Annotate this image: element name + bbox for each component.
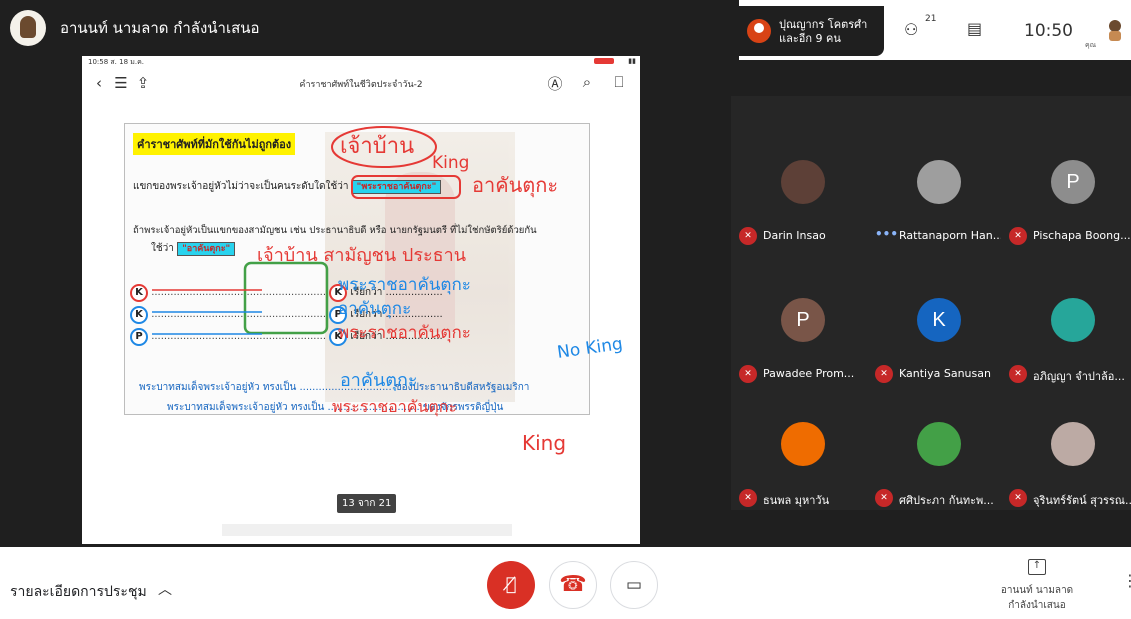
battery-icon — [594, 58, 614, 64]
meet-window: อานนท์ นามลาด กำลังนำเสนอ 10:58 ส. 18 ม.… — [0, 0, 1131, 619]
circle-k-right: K — [329, 284, 348, 302]
chevron-up-icon[interactable]: ︿ — [158, 579, 172, 599]
present-icon[interactable]: ↑ — [1028, 559, 1046, 575]
participant-name: ธนพล มุหาวัน — [763, 494, 830, 507]
meeting-details-button[interactable]: รายละเอียดการประชุม — [10, 581, 147, 603]
join-notification[interactable]: ปุณญากร โคตรศำ และอีก 9 คน — [739, 6, 884, 56]
presenting-label[interactable]: อานนท์ นามลาด กำลังนำเสนอ — [985, 583, 1089, 613]
participant-tile[interactable]: K ✕ Kantiya Sanusan — [869, 258, 1001, 388]
circle-k-left-2: K — [130, 306, 148, 324]
circle-k-right-2: K — [329, 328, 348, 346]
speaking-indicator-icon: ••• — [875, 227, 899, 241]
top-right-controls: ปุณญากร โคตรศำ และอีก 9 คน ⚇ 21 ▤ 10:50 … — [737, 0, 1131, 60]
participant-avatar: P — [781, 298, 825, 342]
page-indicator: 13 จาก 21 — [337, 494, 397, 513]
signal-icon: ▮▮ — [628, 57, 636, 65]
presenter-bar: อานนท์ นามลาด กำลังนำเสนอ — [0, 0, 735, 56]
pdf-toolbar: ‹ ☰ ⇪ คำราชาศัพท์ในชีวิตประจำวัน-2 Ⓐ ⌕ ⎕ — [82, 68, 640, 98]
mic-off-icon: ✕ — [739, 227, 757, 245]
mic-off-button[interactable]: 🎙̸ — [487, 561, 535, 609]
presenter-label: อานนท์ นามลาด กำลังนำเสนอ — [60, 19, 260, 37]
mapping-row-1: K ......................................… — [130, 284, 443, 302]
participant-name: จุรินทร์รัตน์ สุวรรณ... — [1033, 494, 1131, 507]
mic-off-icon: ✕ — [1009, 365, 1027, 383]
chat-icon[interactable]: ▤ — [967, 19, 982, 38]
slide-background-photo — [325, 132, 515, 402]
slide-bottom-line-2: พระบาทสมเด็จพระเจ้าอยู่หัว ทรงเป็น .....… — [167, 402, 504, 413]
participant-tile[interactable]: P ✕ Pawadee Prom... — [733, 258, 865, 388]
highlight-box-1: "พระราชอาคันตุกะ" — [351, 180, 442, 194]
self-avatar[interactable] — [1104, 18, 1126, 42]
participant-tile[interactable]: ✕ ศศิประภา กันทะพ... — [869, 382, 1001, 512]
participant-avatar: K — [917, 298, 961, 342]
mapping-row-3: P ......................................… — [130, 328, 443, 346]
participant-avatar — [1051, 298, 1095, 342]
notification-text: ปุณญากร โคตรศำ และอีก 9 คน — [779, 18, 868, 45]
participant-name: Rattanaporn Han... — [899, 229, 1001, 242]
slide-footer-ghost — [222, 524, 512, 536]
participant-name: Pischapa Boong... — [1033, 229, 1131, 242]
notification-avatar — [747, 19, 771, 43]
participant-name: Pawadee Prom... — [763, 367, 855, 380]
slide-line-3: ใช้ว่า "อาคันตุกะ" — [151, 241, 236, 256]
mic-off-icon: ✕ — [875, 489, 893, 507]
circle-p-left: P — [130, 328, 148, 346]
mic-off-icon: ✕ — [1009, 227, 1027, 245]
presenter-avatar — [10, 10, 46, 46]
tablet-status-bar: 10:58 ส. 18 ม.ค. ▮▮ — [82, 56, 640, 66]
participant-name: Darin Insao — [763, 229, 826, 242]
you-label: คุณ — [1085, 41, 1097, 49]
participant-avatar — [781, 160, 825, 204]
participant-avatar — [781, 422, 825, 466]
participant-tile[interactable]: ••• Rattanaporn Han... — [869, 120, 1001, 250]
shared-screen: 10:58 ส. 18 ม.ค. ▮▮ ‹ ☰ ⇪ คำราชาศัพท์ในช… — [82, 56, 640, 544]
slide-bottom-line-1: พระบาทสมเด็จพระเจ้าอยู่หัว ทรงเป็น .....… — [139, 382, 530, 393]
people-count: 21 — [925, 14, 937, 24]
meeting-clock: 10:50 — [1024, 21, 1073, 41]
people-icon[interactable]: ⚇ — [904, 20, 918, 39]
mic-off-icon: ✕ — [875, 365, 893, 383]
participant-avatar — [917, 160, 961, 204]
mic-off-icon: ✕ — [1009, 489, 1027, 507]
more-options-icon[interactable]: ⋮ — [1122, 571, 1131, 590]
circle-k-left: K — [130, 284, 148, 302]
participant-avatar — [1051, 422, 1095, 466]
participant-tile[interactable]: P ✕ Pischapa Boong... — [1003, 120, 1131, 250]
slide-line-1: แขกของพระเจ้าอยู่หัวไม่ว่าจะเป็นคนระดับใ… — [133, 179, 442, 194]
mic-off-icon: ✕ — [739, 489, 757, 507]
participant-grid: ✕ Darin Insao ••• Rattanaporn Han... P ✕ Pisch… — [731, 96, 1131, 510]
ink-text-11: King — [522, 431, 566, 455]
participant-name: ศศิประภา กันทะพ... — [899, 494, 994, 507]
participant-tile[interactable]: ✕ จุรินทร์รัตน์ สุวรรณ... — [1003, 382, 1131, 512]
circle-p-right: P — [329, 306, 348, 324]
participant-avatar — [917, 422, 961, 466]
bottom-toolbar: รายละเอียดการประชุม ︿ 🎙̸ ☎ ▭ ↑ อานนท์ นา… — [0, 547, 1131, 619]
camera-button[interactable]: ▭ — [610, 561, 658, 609]
participant-avatar: P — [1051, 160, 1095, 204]
end-call-button[interactable]: ☎ — [549, 561, 597, 609]
slide: คำราชาศัพท์ที่มักใช้กันไม่ถูกต้อง แขกของ… — [124, 123, 590, 415]
participant-tile[interactable]: ✕ อภิญญา จำปาล้อ... — [1003, 258, 1131, 388]
mapping-row-2: K ......................................… — [130, 306, 443, 324]
highlight-box-2: "อาคันตุกะ" — [177, 242, 236, 256]
pen-icon[interactable]: Ⓐ — [544, 73, 566, 94]
mic-off-icon: ✕ — [739, 365, 757, 383]
pdf-toolbar-right: Ⓐ ⌕ ⎕ — [544, 73, 630, 94]
slide-line-2: ถ้าพระเจ้าอยู่หัวเป็นแขกของสามัญชน เช่น … — [133, 225, 537, 236]
slide-heading: คำราชาศัพท์ที่มักใช้กันไม่ถูกต้อง — [133, 133, 296, 155]
search-icon[interactable]: ⌕ — [576, 73, 598, 94]
bookmark-icon[interactable]: ⎕ — [608, 73, 630, 94]
tablet-time: 10:58 ส. 18 ม.ค. — [88, 58, 144, 66]
participant-name: Kantiya Sanusan — [899, 367, 991, 380]
participant-tile[interactable]: ✕ ธนพล มุหาวัน — [733, 382, 865, 512]
participant-tile[interactable]: ✕ Darin Insao — [733, 120, 865, 250]
